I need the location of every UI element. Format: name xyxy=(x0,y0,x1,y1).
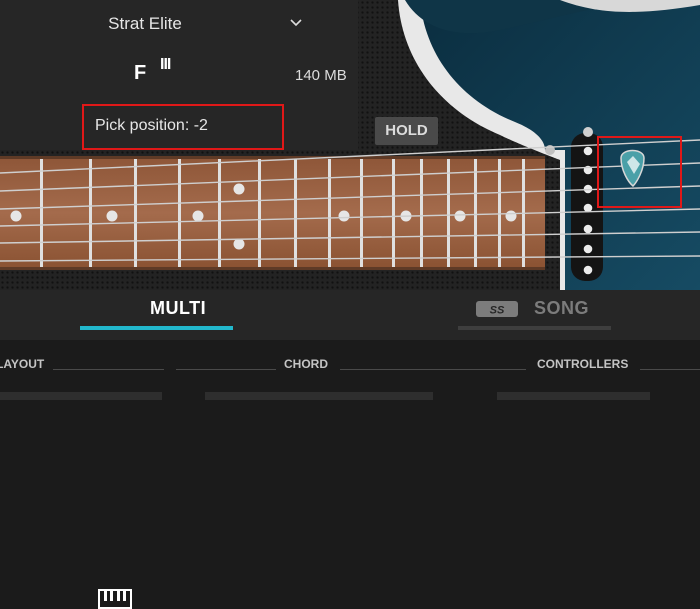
section-layout: LAYOUT xyxy=(0,357,45,371)
piano-keys-icon xyxy=(98,589,132,609)
section-divider xyxy=(340,369,526,370)
tab-multi-indicator xyxy=(80,326,233,330)
section-chord: CHORD xyxy=(284,357,328,371)
pick-position-highlight-box xyxy=(82,104,284,150)
preset-size: 140 MB xyxy=(295,67,347,84)
tab-multi[interactable]: MULTI xyxy=(150,298,206,319)
tab-song-indicator xyxy=(458,326,611,330)
section-panel-controllers xyxy=(497,392,650,400)
section-divider xyxy=(176,369,276,370)
preset-name[interactable]: Strat Elite xyxy=(0,14,290,34)
section-panel-chord xyxy=(205,392,433,400)
hold-button[interactable]: HOLD xyxy=(375,117,438,145)
section-divider xyxy=(53,369,164,370)
section-panel-layout xyxy=(0,392,162,400)
section-controllers: CONTROLLERS xyxy=(537,357,629,371)
preset-key: F xyxy=(134,62,147,84)
pick-highlight-box xyxy=(597,136,682,208)
tab-bar xyxy=(0,290,700,609)
chevron-down-icon[interactable] xyxy=(288,14,304,30)
preset-key-modifier: III xyxy=(160,56,171,73)
section-divider xyxy=(640,369,700,370)
svg-text:SS: SS xyxy=(490,305,505,317)
song-badge-icon: SS xyxy=(476,301,518,317)
tab-song[interactable]: SONG xyxy=(534,298,589,319)
